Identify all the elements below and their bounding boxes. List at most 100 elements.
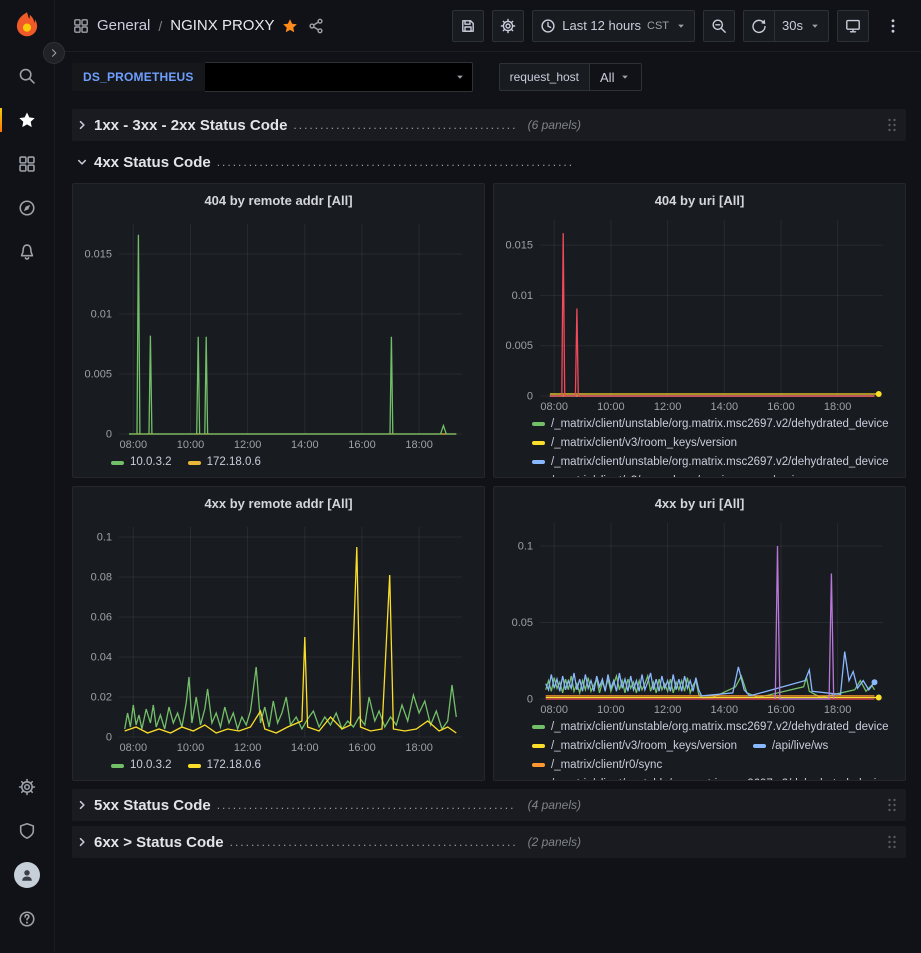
legend-item[interactable]: /_matrix/client/v3/room_keys/version [532,435,737,452]
sidebar-item-dashboards[interactable] [7,144,47,184]
legend-item[interactable]: 172.18.0.6 [188,454,261,471]
legend-item[interactable]: /_matrix/client/unstable/org.matrix.msc2… [532,416,889,433]
drag-handle-icon[interactable] [882,832,902,852]
legend-swatch [532,725,545,729]
row-panel-count: (4 panels) [528,798,581,812]
legend-item[interactable]: /sw.js [753,473,800,477]
svg-text:10:00: 10:00 [177,742,205,754]
row-title: 4xx Status Code [94,154,211,171]
refresh-icon [751,18,767,34]
request-host-value-dropdown[interactable]: All [590,63,642,91]
chevron-right-icon [76,119,88,131]
svg-text:12:00: 12:00 [654,704,682,716]
legend-swatch [111,764,124,768]
time-series-chart[interactable]: 00.020.040.060.080.108:0010:0012:0014:00… [81,517,476,755]
sidebar-item-profile[interactable] [7,855,47,895]
legend-item[interactable]: 10.0.3.2 [111,454,172,471]
legend-item[interactable]: /api/live/ws [753,738,828,755]
panel-title[interactable]: 404 by uri [All] [502,188,897,210]
legend-swatch [532,763,545,767]
kebab-menu-icon [885,18,901,34]
apps-icon [73,18,89,34]
panel-legend: /_matrix/client/unstable/org.matrix.msc2… [502,414,897,477]
legend-item[interactable]: /_matrix/client/v3/room_keys/version [532,473,737,477]
legend-swatch [532,744,545,748]
svg-text:0.005: 0.005 [505,340,533,352]
sidebar-item-starred[interactable] [7,100,47,140]
row-leader-dots: ........................................… [217,789,516,821]
panel-404-by-uri: 404 by uri [All] 00.0050.010.01508:0010:… [493,183,906,478]
gear-icon [18,778,36,796]
time-range-picker[interactable]: Last 12 hours CST [532,10,695,42]
svg-text:0.08: 0.08 [91,572,112,584]
datasource-variable-label[interactable]: DS_PROMETHEUS [72,63,205,91]
row-1xx-3xx-2xx[interactable]: 1xx - 3xx - 2xx Status Code ............… [72,109,906,141]
tv-mode-button[interactable] [837,10,869,42]
sidebar-expand-button[interactable] [43,42,65,64]
svg-text:08:00: 08:00 [120,742,148,754]
panel-title[interactable]: 4xx by uri [All] [502,491,897,513]
legend-swatch [188,764,201,768]
legend-swatch [532,441,545,445]
legend-swatch [532,422,545,426]
panel-title[interactable]: 404 by remote addr [All] [81,188,476,214]
caret-down-icon [619,71,631,83]
sidebar-item-search[interactable] [7,56,47,96]
time-series-chart[interactable]: 00.0050.010.01508:0010:0012:0014:0016:00… [81,214,476,452]
sidebar-item-explore[interactable] [7,188,47,228]
svg-text:0.01: 0.01 [91,309,112,321]
svg-text:0.1: 0.1 [97,532,112,544]
row-title: 6xx > Status Code [94,834,224,851]
caret-down-icon [675,20,687,32]
share-icon[interactable] [308,18,324,34]
legend-item[interactable]: /_matrix/client/v3/room_keys/version [532,738,737,755]
time-series-chart[interactable]: 00.0050.010.01508:0010:0012:0014:0016:00… [502,210,897,414]
sidebar-item-server-admin[interactable] [7,811,47,851]
legend-item[interactable]: 172.18.0.6 [188,757,261,774]
breadcrumb-folder[interactable]: General [97,17,150,34]
svg-text:0: 0 [527,693,533,705]
refresh-button[interactable] [743,10,775,42]
legend-swatch [111,461,124,465]
row-title: 5xx Status Code [94,797,211,814]
row-4xx[interactable]: 4xx Status Code ........................… [72,146,906,178]
bell-icon [18,243,36,261]
help-icon [18,910,36,928]
save-icon [460,18,476,34]
legend-item[interactable]: /_matrix/client/unstable/org.matrix.msc2… [532,776,889,780]
drag-handle-icon[interactable] [882,115,902,135]
refresh-interval-dropdown[interactable]: 30s [775,10,829,42]
more-options-button[interactable] [877,10,909,42]
caret-down-icon [454,71,466,83]
favorite-star-icon[interactable] [282,18,298,34]
legend-item[interactable]: /_matrix/client/r0/sync [532,757,662,774]
caret-down-icon [809,20,821,32]
breadcrumb-separator: / [158,18,162,34]
legend-item[interactable]: /_matrix/client/unstable/org.matrix.msc2… [532,719,889,736]
legend-item[interactable]: 10.0.3.2 [111,757,172,774]
chevron-down-icon [76,156,88,168]
svg-text:18:00: 18:00 [405,742,433,754]
svg-text:12:00: 12:00 [234,439,262,451]
drag-handle-icon[interactable] [882,795,902,815]
panel-title[interactable]: 4xx by remote addr [All] [81,491,476,517]
clock-icon [540,18,556,34]
variables-bar: DS_PROMETHEUS request_host All [55,52,921,100]
sidebar-item-help[interactable] [7,899,47,939]
dashboard-settings-button[interactable] [492,10,524,42]
row-6xx[interactable]: 6xx > Status Code ......................… [72,826,906,858]
svg-text:0.015: 0.015 [84,249,112,261]
save-dashboard-button[interactable] [452,10,484,42]
sidebar-item-alerting[interactable] [7,232,47,272]
svg-text:14:00: 14:00 [291,742,319,754]
chevron-right-icon [76,799,88,811]
grafana-logo[interactable] [12,10,42,40]
row-5xx[interactable]: 5xx Status Code ........................… [72,789,906,821]
datasource-variable-value[interactable] [205,62,473,92]
legend-item[interactable]: /_matrix/client/unstable/org.matrix.msc2… [532,454,889,471]
svg-text:16:00: 16:00 [767,401,795,413]
breadcrumb-dashboard-title[interactable]: NGINX PROXY [170,17,274,34]
time-series-chart[interactable]: 00.050.108:0010:0012:0014:0016:0018:00 [502,513,897,717]
zoom-out-time-button[interactable] [703,10,735,42]
sidebar-item-configuration[interactable] [7,767,47,807]
